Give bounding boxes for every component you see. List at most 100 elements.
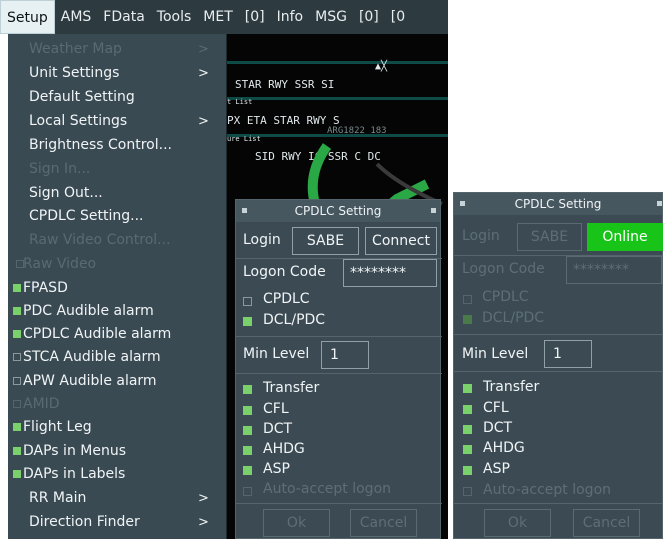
connect-button[interactable]: Connect bbox=[365, 227, 437, 255]
checkbox-checked-icon bbox=[13, 470, 21, 478]
window-menu-icon[interactable] bbox=[460, 201, 465, 206]
menu-item-label: Direction Finder bbox=[29, 514, 140, 530]
menu-item-pdc-audible-alarm[interactable]: PDC Audible alarm bbox=[8, 299, 227, 323]
window-control-icon[interactable] bbox=[431, 208, 436, 213]
menu-extra-count[interactable]: [0 bbox=[385, 0, 411, 34]
menu-item-sign-in[interactable]: Sign In... bbox=[8, 157, 227, 181]
transfer-label: Transfer bbox=[483, 379, 540, 395]
menu-item-unit-settings[interactable]: Unit Settings > bbox=[8, 61, 227, 85]
login-input[interactable]: SABE bbox=[517, 223, 582, 251]
cancel-button[interactable]: Cancel bbox=[350, 509, 417, 537]
dct-label: DCT bbox=[263, 421, 293, 437]
divider bbox=[236, 373, 442, 374]
auto-accept-logon-label: Auto-accept logon bbox=[483, 482, 612, 498]
ahdg-checkbox[interactable] bbox=[463, 445, 472, 454]
auto-accept-logon-checkbox[interactable] bbox=[243, 487, 252, 496]
transfer-checkbox[interactable] bbox=[463, 384, 472, 393]
menu-msg-count[interactable]: [0] bbox=[353, 0, 385, 34]
divider bbox=[454, 503, 663, 504]
dct-checkbox[interactable] bbox=[463, 425, 472, 434]
menu-item-label: Weather Map bbox=[29, 41, 122, 57]
logon-code-input[interactable]: ******** bbox=[343, 259, 437, 287]
online-button[interactable]: Online bbox=[587, 223, 663, 251]
dialog-title: CPDLC Setting bbox=[294, 204, 382, 218]
menu-msg[interactable]: MSG bbox=[309, 0, 353, 34]
menu-item-flight-leg[interactable]: Flight Leg bbox=[8, 415, 227, 439]
ahdg-checkbox[interactable] bbox=[243, 446, 252, 455]
menu-item-direction-finder[interactable]: Direction Finder > bbox=[8, 510, 227, 534]
window-control-icon[interactable] bbox=[657, 201, 662, 206]
menu-item-default-setting[interactable]: Default Setting bbox=[8, 85, 227, 109]
menu-item-local-settings[interactable]: Local Settings > bbox=[8, 109, 227, 133]
cfl-label: CFL bbox=[483, 400, 509, 416]
menu-item-weather-map[interactable]: Weather Map > bbox=[8, 37, 227, 61]
dcl-pdc-checkbox[interactable] bbox=[243, 317, 252, 326]
submenu-arrow-icon: > bbox=[198, 514, 209, 530]
menu-item-apw-audible-alarm[interactable]: APW Audible alarm bbox=[8, 369, 227, 393]
menu-setup[interactable]: Setup bbox=[0, 0, 55, 34]
dialog-title-bar[interactable]: CPDLC Setting bbox=[236, 200, 440, 222]
menu-tools[interactable]: Tools bbox=[151, 0, 198, 34]
cancel-button[interactable]: Cancel bbox=[573, 509, 640, 537]
login-label: Login bbox=[243, 232, 281, 248]
transfer-checkbox[interactable] bbox=[243, 385, 252, 394]
menu-item-raw-video-control[interactable]: Raw Video Control... bbox=[8, 228, 227, 252]
window-menu-icon[interactable] bbox=[242, 208, 247, 213]
ok-button[interactable]: Ok bbox=[263, 509, 330, 537]
menu-ams[interactable]: AMS bbox=[55, 0, 98, 34]
menu-item-label: AMID bbox=[23, 396, 60, 412]
cfl-checkbox[interactable] bbox=[463, 405, 472, 414]
menu-item-daps-in-labels[interactable]: DAPs in Labels bbox=[8, 462, 227, 486]
cpdlc-checkbox[interactable] bbox=[463, 295, 472, 304]
menu-item-rr-main[interactable]: RR Main > bbox=[8, 486, 227, 510]
menu-item-fpasd[interactable]: FPASD bbox=[8, 276, 227, 300]
menu-met[interactable]: MET bbox=[197, 0, 238, 34]
dcl-pdc-checkbox[interactable] bbox=[463, 315, 472, 324]
cpdlc-setting-dialog-online: CPDLC Setting Login SABE Online Logon Co… bbox=[453, 192, 663, 539]
asp-label: ASP bbox=[263, 461, 290, 477]
dct-checkbox[interactable] bbox=[243, 426, 252, 435]
checkbox-icon bbox=[13, 353, 21, 361]
menu-info[interactable]: Info bbox=[271, 0, 310, 34]
cpdlc-checkbox[interactable] bbox=[243, 297, 252, 306]
menu-item-brightness-control[interactable]: Brightness Control... bbox=[8, 133, 227, 157]
menu-item-label: DAPs in Labels bbox=[23, 466, 126, 482]
min-level-input[interactable]: 1 bbox=[321, 341, 369, 369]
divider bbox=[454, 334, 663, 335]
menu-item-sign-out[interactable]: Sign Out... bbox=[8, 181, 227, 205]
min-level-input[interactable]: 1 bbox=[544, 340, 592, 368]
setup-dropdown-menu: Weather Map > Unit Settings > Default Se… bbox=[8, 34, 227, 539]
menu-fdata[interactable]: FData bbox=[97, 0, 150, 34]
cfl-label: CFL bbox=[263, 401, 289, 417]
dcl-pdc-label: DCL/PDC bbox=[482, 310, 545, 326]
checkbox-checked-icon bbox=[13, 330, 21, 338]
ahdg-label: AHDG bbox=[483, 440, 525, 456]
checkbox-icon bbox=[13, 377, 21, 385]
menu-item-label: Unit Settings bbox=[29, 65, 120, 81]
cfl-checkbox[interactable] bbox=[243, 406, 252, 415]
menu-item-label: Flight Leg bbox=[23, 419, 92, 435]
menu-met-count[interactable]: [0] bbox=[239, 0, 271, 34]
menu-item-label: FPASD bbox=[23, 280, 68, 296]
menu-item-label: Local Settings bbox=[29, 113, 128, 129]
dialog-title-bar[interactable]: CPDLC Setting bbox=[454, 193, 662, 215]
menu-item-cpdlc-audible-alarm[interactable]: CPDLC Audible alarm bbox=[8, 322, 227, 346]
cpdlc-setting-dialog: CPDLC Setting Login SABE Connect Logon C… bbox=[235, 199, 442, 539]
logon-code-input[interactable]: ******** bbox=[566, 256, 662, 284]
login-input[interactable]: SABE bbox=[292, 227, 359, 255]
menu-item-stca-audible-alarm[interactable]: STCA Audible alarm bbox=[8, 345, 227, 369]
menu-item-label: CPDLC Setting... bbox=[29, 208, 144, 224]
menu-item-label: CPDLC Audible alarm bbox=[23, 326, 172, 342]
auto-accept-logon-checkbox[interactable] bbox=[463, 487, 472, 496]
menu-item-label: Sign In... bbox=[29, 161, 91, 177]
menu-item-cpdlc-setting[interactable]: CPDLC Setting... bbox=[8, 204, 227, 228]
asp-checkbox[interactable] bbox=[243, 466, 252, 475]
menu-item-daps-in-menus[interactable]: DAPs in Menus bbox=[8, 439, 227, 463]
asp-checkbox[interactable] bbox=[463, 466, 472, 475]
menu-item-raw-video[interactable]: Raw Video bbox=[8, 252, 227, 276]
submenu-arrow-icon: > bbox=[198, 490, 209, 506]
ok-button[interactable]: Ok bbox=[484, 509, 551, 537]
menu-item-amid[interactable]: AMID bbox=[8, 392, 227, 416]
transfer-label: Transfer bbox=[263, 380, 320, 396]
divider bbox=[236, 336, 442, 337]
